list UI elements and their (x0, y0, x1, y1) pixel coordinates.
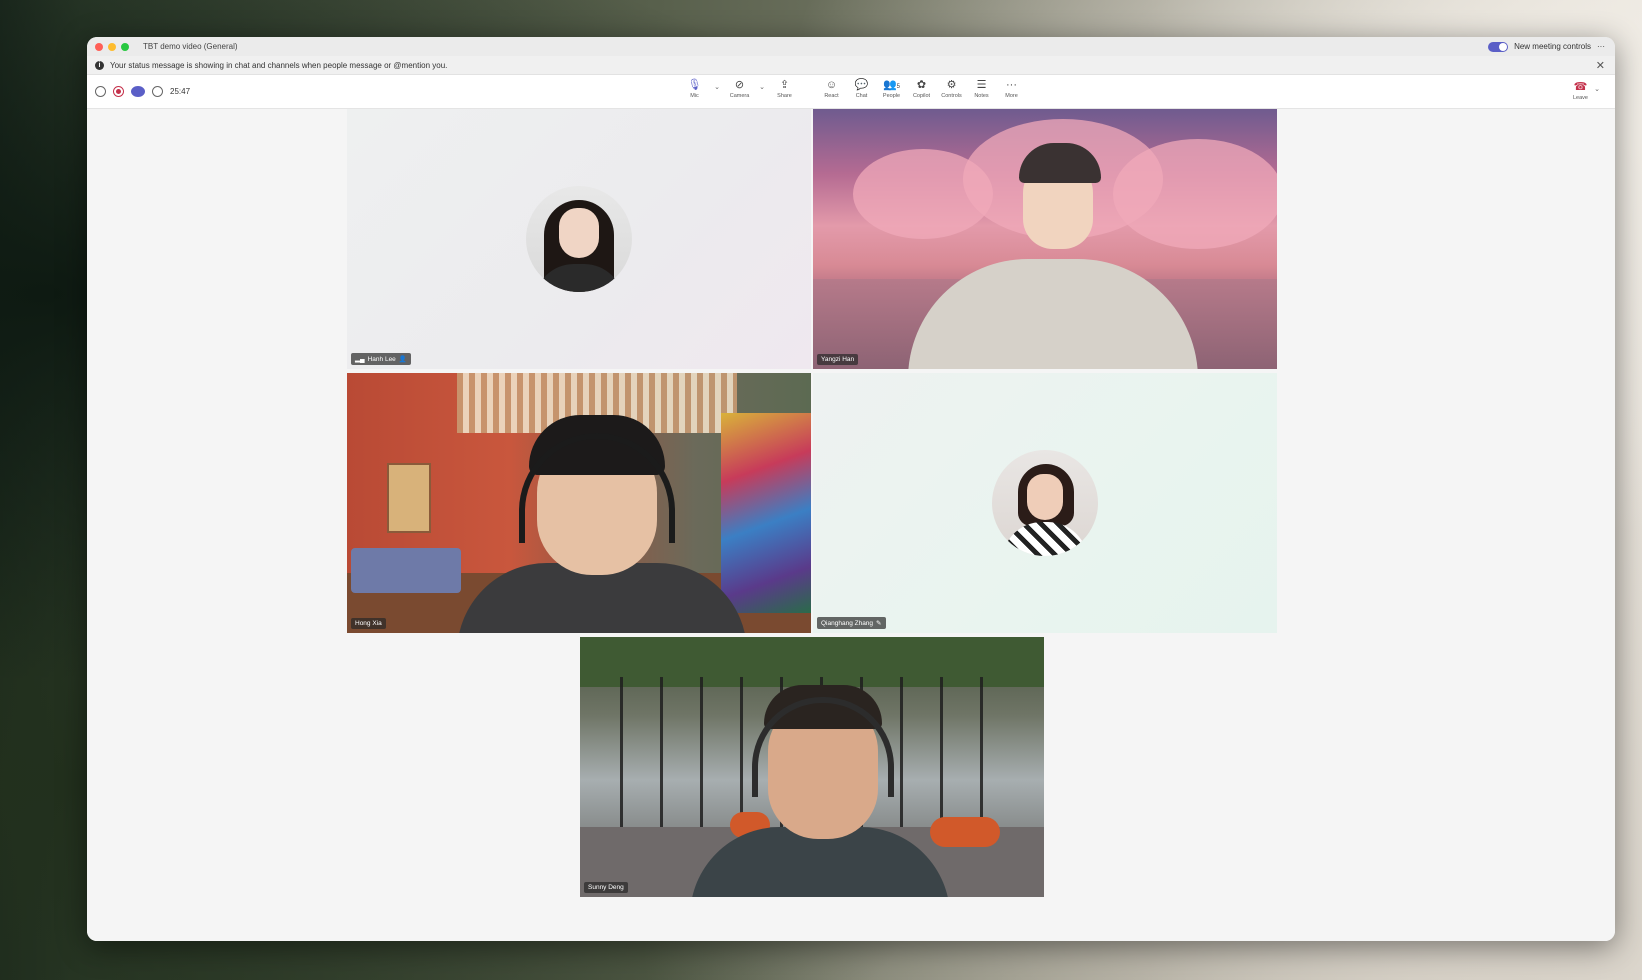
video-stage: ▂▄ Hanh Lee 👤 Yangzi Han Hong Xia Qiangh… (87, 109, 1615, 941)
avatar-face (559, 208, 599, 258)
shield-icon[interactable] (95, 86, 106, 97)
participant-name-tag: ▂▄ Hanh Lee 👤 (351, 353, 411, 365)
participant-name-tag: Sunny Deng (584, 882, 628, 893)
participant-name: Yangzi Han (821, 356, 855, 363)
pen-icon: ✎ (876, 620, 882, 627)
notes-icon: ☰ (976, 79, 987, 91)
participant-tile-hanh-lee[interactable]: ▂▄ Hanh Lee 👤 (347, 109, 811, 369)
new-meeting-controls-label: New meeting controls (1514, 42, 1591, 51)
copilot-button[interactable]: ✿ Copilot (910, 78, 933, 99)
background-sofa (351, 548, 461, 593)
controls-button[interactable]: ⚙ Controls (940, 78, 963, 99)
participant-tile-sunny-deng[interactable]: Sunny Deng (580, 637, 1044, 897)
camera-label: Camera (729, 93, 750, 99)
chat-label: Chat (855, 93, 868, 99)
zoom-window-button[interactable] (121, 42, 129, 51)
react-icon: ☺ (825, 79, 838, 91)
people-icon: 👥5 (883, 78, 900, 93)
participant-name-tag: Yangzi Han (817, 354, 859, 365)
avatar-face (1027, 474, 1063, 520)
banner-close-icon[interactable]: ✕ (1596, 59, 1605, 72)
background-wall-art (387, 463, 431, 533)
avatar-body (1002, 522, 1088, 556)
controls-icon: ⚙ (946, 79, 957, 91)
participant-name-tag: Hong Xia (351, 618, 386, 629)
leave-label: Leave (1573, 95, 1588, 101)
copilot-label: Copilot (912, 93, 931, 99)
leave-phone-icon: ☎ (1573, 81, 1588, 93)
participant-tile-qianghang-zhang[interactable]: Qianghang Zhang ✎ (813, 373, 1277, 633)
toolbar-right: ☎ Leave ⌄ (1573, 80, 1601, 101)
controls-label: Controls (941, 93, 962, 99)
transcription-icon[interactable] (131, 86, 145, 97)
people-count-badge: 5 (896, 84, 901, 90)
window-title: TBT demo video (General) (143, 42, 238, 51)
background-cloud (1113, 139, 1277, 249)
share-icon: ⇪ (779, 79, 790, 91)
mic-options-chevron-icon[interactable]: ⌄ (713, 83, 721, 99)
share-label: Share (777, 93, 792, 99)
more-button[interactable]: ··· More (1000, 78, 1023, 99)
window-controls (95, 42, 129, 51)
participant-tile-yangzi-han[interactable]: Yangzi Han (813, 109, 1277, 369)
share-button[interactable]: ⇪ Share (773, 78, 796, 99)
close-window-button[interactable] (95, 42, 103, 51)
copilot-icon: ✿ (916, 79, 927, 91)
participant-name: Hanh Lee (367, 355, 396, 363)
participant-name: Sunny Deng (588, 884, 624, 891)
title-bar: TBT demo video (General) New meeting con… (87, 37, 1615, 56)
mic-icon: 🎙 (687, 79, 702, 91)
title-bar-right: New meeting controls ··· (1488, 41, 1605, 52)
people-glyph: 👥 (882, 79, 897, 91)
timer-icon (152, 86, 163, 97)
camera-options-chevron-icon[interactable]: ⌄ (758, 83, 766, 99)
camera-off-icon: ⊘ (734, 79, 745, 91)
more-icon: ··· (1006, 79, 1017, 91)
avatar (992, 450, 1098, 556)
status-banner: i Your status message is showing in chat… (87, 56, 1615, 75)
participant-name-tag: Qianghang Zhang ✎ (817, 617, 886, 629)
new-meeting-controls-toggle[interactable] (1488, 41, 1509, 52)
chat-button[interactable]: 💬 Chat (850, 78, 873, 99)
meeting-toolbar: 25:47 🎙 Mic ⌄ ⊘ Camera ⌄ ⇪ Share ☺ React (87, 75, 1615, 109)
avatar (526, 186, 632, 292)
background-mural (721, 413, 811, 613)
participant-name: Hong Xia (355, 620, 382, 627)
signal-icon: ▂▄ (355, 356, 365, 363)
teams-meeting-window: TBT demo video (General) New meeting con… (87, 37, 1615, 941)
recording-icon[interactable] (113, 86, 124, 97)
background-chair (930, 817, 1000, 847)
notes-button[interactable]: ☰ Notes (970, 78, 993, 99)
leave-button[interactable]: ☎ Leave (1573, 80, 1588, 101)
more-label: More (1005, 93, 1018, 99)
notes-label: Notes (974, 93, 989, 99)
react-button[interactable]: ☺ React (820, 78, 843, 99)
toolbar-left: 25:47 (95, 86, 190, 97)
people-label: People (882, 93, 901, 99)
toolbar-center: 🎙 Mic ⌄ ⊘ Camera ⌄ ⇪ Share ☺ React 💬 Cha… (683, 78, 1023, 99)
minimize-window-button[interactable] (108, 42, 116, 51)
participant-tile-hong-xia[interactable]: Hong Xia (347, 373, 811, 633)
mic-label: Mic (690, 93, 699, 99)
participant-body (908, 259, 1198, 369)
title-more-icon[interactable]: ··· (1597, 42, 1605, 51)
chat-icon: 💬 (854, 79, 869, 91)
leave-options-chevron-icon[interactable]: ⌄ (1593, 85, 1601, 93)
meeting-timer: 25:47 (170, 87, 191, 96)
status-banner-message: Your status message is showing in chat a… (110, 60, 448, 70)
react-label: React (824, 93, 839, 99)
mic-button[interactable]: 🎙 Mic (683, 78, 706, 99)
presenter-icon: 👤 (398, 356, 407, 363)
camera-button[interactable]: ⊘ Camera (728, 78, 751, 99)
people-button[interactable]: 👥5 People (880, 78, 903, 99)
info-icon: i (95, 60, 104, 70)
participant-name: Qianghang Zhang (821, 619, 874, 627)
